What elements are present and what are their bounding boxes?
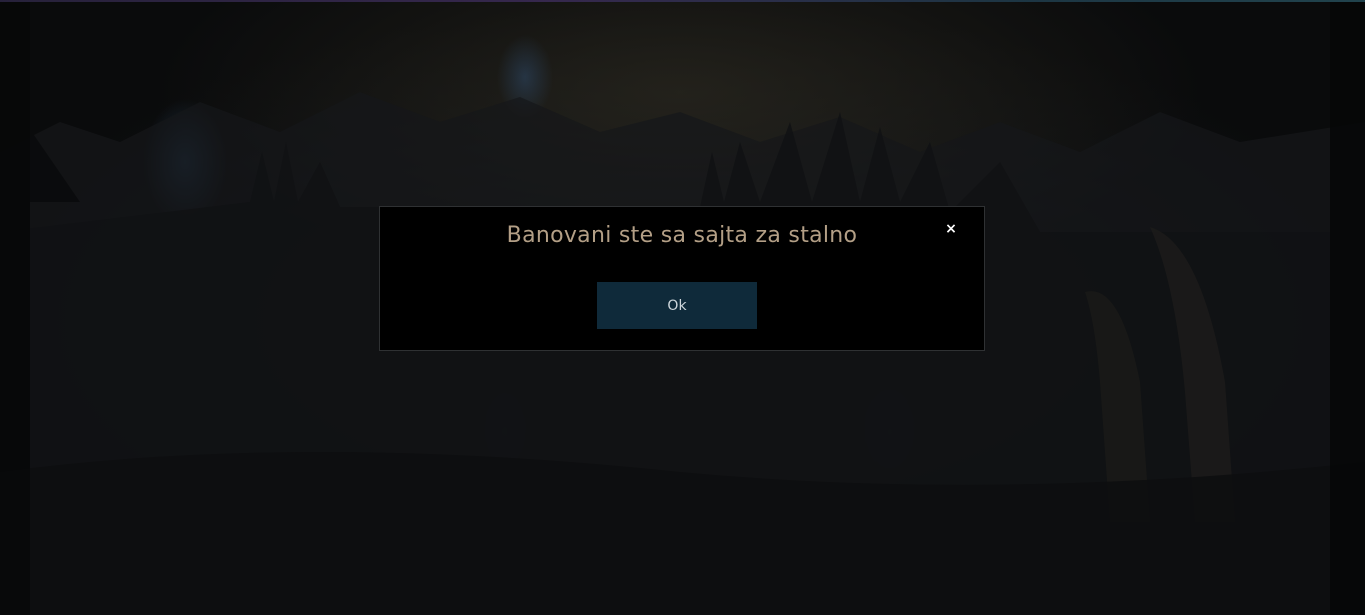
ban-dialog: Banovani ste sa sajta za stalno × Ok bbox=[379, 206, 985, 351]
close-icon[interactable]: × bbox=[942, 220, 960, 238]
dialog-title: Banovani ste sa sajta za stalno bbox=[506, 223, 858, 248]
page: Banovani ste sa sajta za stalno × Ok bbox=[0, 0, 1365, 615]
ok-button[interactable]: Ok bbox=[597, 282, 757, 329]
